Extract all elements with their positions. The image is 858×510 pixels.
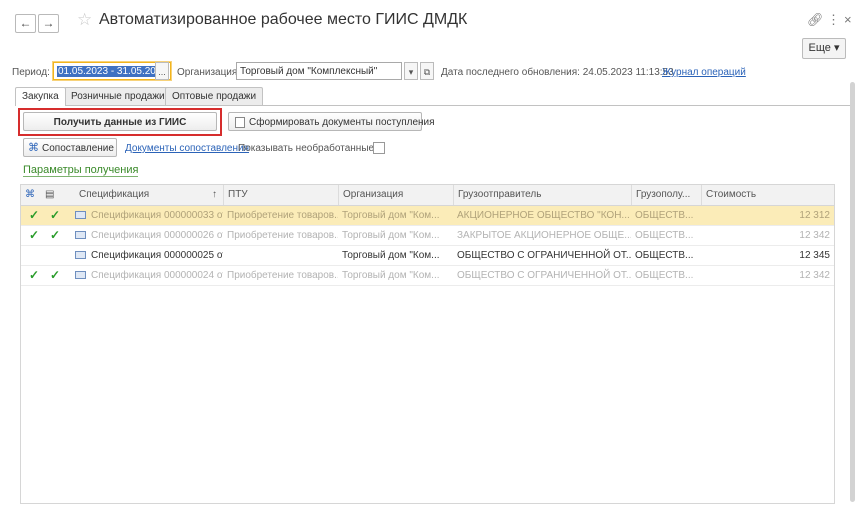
- table-row[interactable]: ✓ ✓ Спецификация 000000033 от ... Приобр…: [21, 206, 834, 226]
- ptu-cell: Приобретение товаров...: [227, 210, 338, 221]
- matched-column-icon: ⌘: [25, 189, 35, 200]
- spec-doc-icon: [75, 211, 86, 220]
- sender-cell: АКЦИОНЕРНОЕ ОБЩЕСТВО "КОН...: [457, 210, 630, 221]
- show-unprocessed-label: Показывать необработанные:: [238, 143, 377, 154]
- params-link[interactable]: Параметры получения: [23, 164, 139, 177]
- table-header: ⌘ ▤ Спецификация ↑ ПТУ Организация Грузо…: [21, 185, 834, 206]
- show-unprocessed-checkbox[interactable]: [373, 142, 385, 154]
- tab-retail[interactable]: Розничные продажи: [64, 87, 172, 105]
- table-row[interactable]: Спецификация 000000025 от ... Торговый д…: [21, 246, 834, 266]
- cost-cell: 12 345: [799, 250, 830, 261]
- recv-cell: ОБЩЕСТВ...: [635, 230, 694, 241]
- ptu-cell: [223, 246, 338, 265]
- processed-check: ✓: [50, 208, 61, 222]
- link-icon[interactable]: 🔗︎: [807, 12, 824, 28]
- spec-cell: Спецификация 000000026 от ...: [71, 226, 223, 245]
- form-docs-label: Сформировать документы поступления: [249, 117, 435, 128]
- org-open-button[interactable]: ⧉: [420, 62, 434, 80]
- back-button[interactable]: ←: [15, 14, 36, 33]
- sort-asc-icon: ↑: [212, 189, 217, 200]
- cost-cell: 12 312: [799, 210, 830, 221]
- close-icon[interactable]: ×: [844, 12, 852, 27]
- matching-label: Сопоставление: [42, 143, 114, 154]
- sender-cell: ОБЩЕСТВО С ОГРАНИЧЕННОЙ ОТ...: [457, 250, 631, 261]
- org-cell: Торговый дом "Ком...: [342, 230, 440, 241]
- forward-button[interactable]: →: [38, 14, 59, 33]
- org-cell: Торговый дом "Ком...: [342, 250, 440, 261]
- tab-purchase[interactable]: Закупка: [15, 87, 66, 106]
- spec-cell: Спецификация 000000033 от ...: [71, 206, 223, 225]
- sender-cell: ЗАКРЫТОЕ АКЦИОНЕРНОЕ ОБЩЕ...: [457, 230, 631, 241]
- journal-link[interactable]: Журнал операций: [662, 67, 746, 78]
- org-label: Организация:: [177, 67, 241, 78]
- org-cell: Торговый дом "Ком...: [342, 270, 440, 281]
- table-row[interactable]: ✓ ✓ Спецификация 000000024 от ... Приобр…: [21, 266, 834, 286]
- header-org[interactable]: Организация: [338, 185, 453, 205]
- vertical-scrollbar[interactable]: [850, 82, 855, 502]
- last-update-text: Дата последнего обновления: 24.05.2023 1…: [441, 67, 674, 78]
- org-cell: Торговый дом "Ком...: [342, 210, 440, 221]
- matching-icon: ⌘: [28, 142, 39, 154]
- tab-wholesale[interactable]: Оптовые продажи: [165, 87, 264, 105]
- matching-docs-link[interactable]: Документы сопоставления: [125, 143, 249, 154]
- recv-cell: ОБЩЕСТВ...: [635, 210, 694, 221]
- org-value: Торговый дом "Комплексный": [240, 66, 378, 77]
- more-button[interactable]: Еще ▾: [802, 38, 846, 59]
- table-row[interactable]: ✓ ✓ Спецификация 000000026 от ... Приобр…: [21, 226, 834, 246]
- processed-check: [46, 246, 62, 265]
- processed-column-icon: ▤: [45, 189, 55, 200]
- document-icon: [235, 117, 245, 128]
- matched-check: ✓: [29, 208, 40, 222]
- spec-cell: Спецификация 000000024 от ...: [71, 266, 223, 285]
- spec-doc-icon: [75, 251, 86, 260]
- org-dropdown-button[interactable]: ▾: [404, 62, 418, 80]
- processed-check: ✓: [50, 268, 61, 282]
- cost-cell: 12 342: [799, 230, 830, 241]
- spec-cell: Спецификация 000000025 от ...: [71, 246, 223, 265]
- processed-check: ✓: [50, 228, 61, 242]
- header-recv[interactable]: Грузополу...: [631, 185, 701, 205]
- header-spec-label: Спецификация: [79, 189, 150, 200]
- spec-doc-icon: [75, 271, 86, 280]
- matching-button[interactable]: ⌘ Сопоставление: [23, 138, 117, 157]
- page-title: Автоматизированное рабочее место ГИИС ДМ…: [99, 11, 468, 28]
- period-select-button[interactable]: ...: [155, 62, 169, 80]
- specification-table: ⌘ ▤ Спецификация ↑ ПТУ Организация Грузо…: [20, 184, 835, 504]
- favorite-star-icon[interactable]: ☆: [77, 10, 92, 30]
- header-sender[interactable]: Грузоотправитель: [453, 185, 631, 205]
- org-field[interactable]: Торговый дом "Комплексный": [236, 62, 402, 80]
- matched-check: ✓: [29, 268, 40, 282]
- period-label: Период:: [12, 67, 50, 78]
- header-cost[interactable]: Стоимость: [701, 185, 834, 205]
- header-ptu[interactable]: ПТУ: [223, 185, 338, 205]
- highlight-frame: [18, 108, 222, 136]
- form-docs-button[interactable]: Сформировать документы поступления: [228, 112, 435, 131]
- recv-cell: ОБЩЕСТВ...: [635, 250, 694, 261]
- period-value: 01.05.2023 - 31.05.2023: [57, 66, 168, 77]
- header-spec[interactable]: Спецификация ↑: [61, 185, 223, 205]
- matched-check: ✓: [29, 228, 40, 242]
- period-field[interactable]: 01.05.2023 - 31.05.2023: [53, 62, 171, 80]
- spec-doc-icon: [75, 231, 86, 240]
- menu-icon[interactable]: ⋮: [827, 12, 840, 28]
- matched-check: [25, 246, 41, 265]
- sender-cell: ОБЩЕСТВО С ОГРАНИЧЕННОЙ ОТ...: [457, 270, 631, 281]
- recv-cell: ОБЩЕСТВ...: [635, 270, 694, 281]
- cost-cell: 12 342: [799, 270, 830, 281]
- ptu-cell: Приобретение товаров...: [227, 270, 338, 281]
- ptu-cell: Приобретение товаров...: [227, 230, 338, 241]
